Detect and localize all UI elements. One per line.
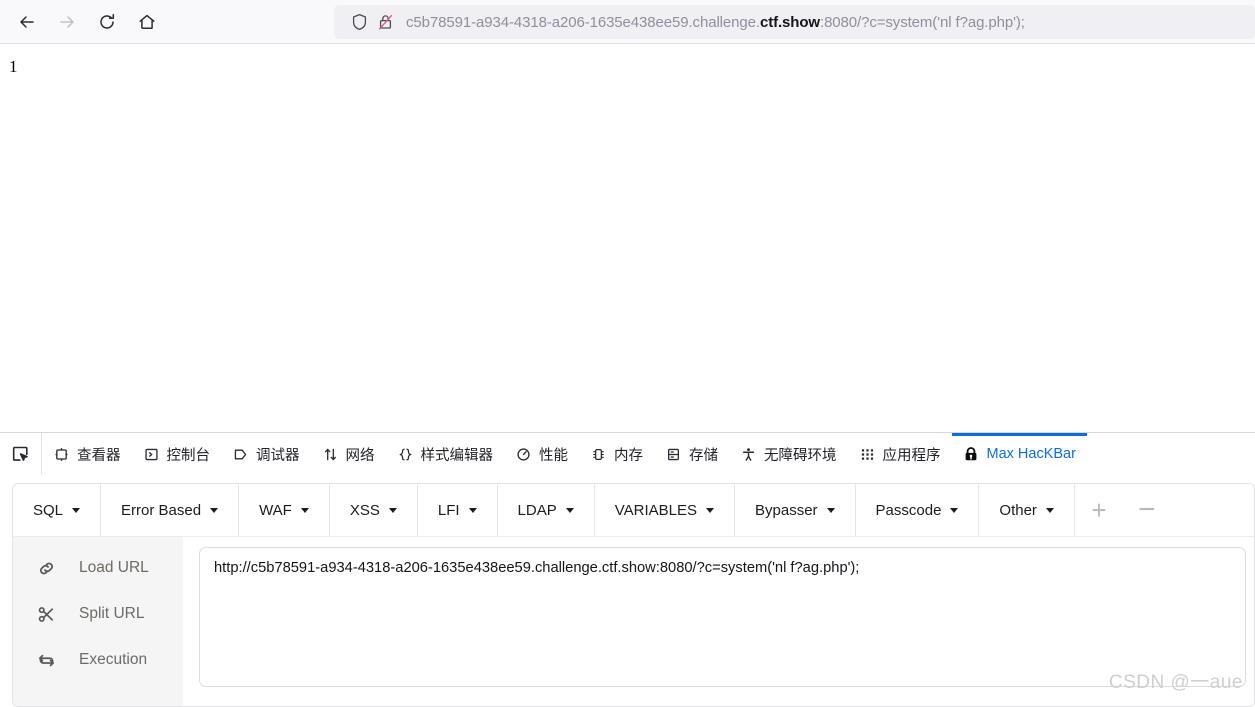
shield-icon[interactable] <box>346 9 372 35</box>
hackbar-body: Load URL Split URL <box>13 537 1254 707</box>
dropdown-xss[interactable]: XSS <box>330 484 418 536</box>
chevron-down-icon <box>566 508 574 513</box>
tab-network[interactable]: 网络 <box>311 433 386 475</box>
load-url-button[interactable]: Load URL <box>13 545 183 591</box>
style-editor-icon <box>397 446 414 463</box>
tab-label: 存储 <box>689 444 718 465</box>
dropdown-label: Other <box>999 502 1037 519</box>
forward-button[interactable] <box>50 5 84 39</box>
tab-label: 应用程序 <box>883 444 941 465</box>
dropdown-label: LDAP <box>518 502 557 519</box>
tab-accessibility[interactable]: 无障碍环境 <box>729 433 848 475</box>
dropdown-other[interactable]: Other <box>979 484 1075 536</box>
dropdown-label: XSS <box>350 502 380 519</box>
chevron-down-icon <box>706 508 714 513</box>
dropdown-label: Bypasser <box>755 502 818 519</box>
page-body-text: 1 <box>9 57 18 77</box>
tab-label: 网络 <box>346 444 375 465</box>
dropdown-bypasser[interactable]: Bypasser <box>735 484 856 536</box>
remove-button[interactable]: − <box>1123 484 1171 536</box>
home-button[interactable] <box>130 5 164 39</box>
network-icon <box>322 446 339 463</box>
storage-icon <box>665 446 682 463</box>
chevron-down-icon <box>301 508 309 513</box>
split-url-button[interactable]: Split URL <box>13 591 183 637</box>
padlock-icon <box>963 446 980 463</box>
debugger-icon <box>232 446 249 463</box>
dropdown-label: Passcode <box>876 502 942 519</box>
navigation-buttons <box>0 5 164 39</box>
browser-toolbar: c5b78591-a934-4318-a206-1635e438ee59.cha… <box>0 0 1255 44</box>
page-viewport: 1 <box>0 44 1255 432</box>
chevron-down-icon <box>389 508 397 513</box>
dropdown-label: VARIABLES <box>615 502 697 519</box>
tab-style-editor[interactable]: 样式编辑器 <box>386 433 505 475</box>
tab-inspector[interactable]: 查看器 <box>42 433 132 475</box>
chevron-down-icon <box>72 508 80 513</box>
inspector-icon <box>53 446 70 463</box>
dropdown-label: LFI <box>438 502 460 519</box>
element-picker-icon[interactable] <box>0 433 42 475</box>
dropdown-waf[interactable]: WAF <box>239 484 330 536</box>
url-host: ctf.show <box>760 14 820 31</box>
url-input[interactable] <box>199 547 1246 687</box>
url-bar[interactable]: c5b78591-a934-4318-a206-1635e438ee59.cha… <box>334 5 1255 39</box>
tab-performance[interactable]: 性能 <box>504 433 579 475</box>
dropdown-ldap[interactable]: LDAP <box>498 484 595 536</box>
dropdown-label: SQL <box>33 502 63 519</box>
lock-crossed-icon[interactable] <box>372 9 398 35</box>
dropdown-variables[interactable]: VARIABLES <box>595 484 735 536</box>
tab-storage[interactable]: 存储 <box>654 433 729 475</box>
add-button[interactable]: + <box>1075 484 1123 536</box>
hackbar-actions: Load URL Split URL <box>13 537 183 707</box>
performance-icon <box>515 446 532 463</box>
tab-debugger[interactable]: 调试器 <box>221 433 311 475</box>
tab-label: 性能 <box>539 444 568 465</box>
tab-label: Max HacKBar <box>987 446 1076 462</box>
dropdown-label: WAF <box>259 502 292 519</box>
tab-application[interactable]: 应用程序 <box>848 433 952 475</box>
url-suffix: :8080/?c=system('nl f?ag.php'); <box>820 14 1025 31</box>
tab-label: 样式编辑器 <box>421 444 494 465</box>
tab-label: 无障碍环境 <box>764 444 837 465</box>
scissors-icon <box>27 605 65 624</box>
dropdown-passcode[interactable]: Passcode <box>856 484 980 536</box>
tab-memory[interactable]: 内存 <box>579 433 654 475</box>
application-icon <box>859 446 876 463</box>
dropdown-error-based[interactable]: Error Based <box>101 484 239 536</box>
memory-icon <box>590 446 607 463</box>
dropdown-sql[interactable]: SQL <box>13 484 101 536</box>
accessibility-icon <box>740 446 757 463</box>
action-label: Load URL <box>79 559 149 577</box>
dropdown-label: Error Based <box>121 502 201 519</box>
reload-button[interactable] <box>90 5 124 39</box>
url-field-wrapper <box>183 537 1254 707</box>
action-label: Split URL <box>79 605 144 623</box>
chevron-down-icon <box>1046 508 1054 513</box>
active-tab-indicator <box>952 433 1087 436</box>
chevron-down-icon <box>469 508 477 513</box>
chevron-down-icon <box>210 508 218 513</box>
tab-console[interactable]: 控制台 <box>132 433 222 475</box>
tab-max-hackbar[interactable]: Max HacKBar <box>952 433 1087 475</box>
refresh-icon <box>27 651 65 670</box>
dropdown-lfi[interactable]: LFI <box>418 484 498 536</box>
tab-label: 查看器 <box>77 444 121 465</box>
url-prefix: c5b78591-a934-4318-a206-1635e438ee59.cha… <box>406 14 760 31</box>
hackbar-toolbar: SQL Error Based WAF XSS LFI LDAP <box>13 484 1254 537</box>
hackbar-card: SQL Error Based WAF XSS LFI LDAP <box>12 483 1255 707</box>
execution-button[interactable]: Execution <box>13 637 183 683</box>
back-button[interactable] <box>10 5 44 39</box>
link-icon <box>27 559 65 578</box>
chevron-down-icon <box>950 508 958 513</box>
chevron-down-icon <box>827 508 835 513</box>
tab-label: 内存 <box>614 444 643 465</box>
action-label: Execution <box>79 651 147 669</box>
tab-label: 调试器 <box>256 444 300 465</box>
hackbar-panel: SQL Error Based WAF XSS LFI LDAP <box>0 475 1255 700</box>
console-icon <box>143 446 160 463</box>
tab-label: 控制台 <box>167 444 211 465</box>
url-text: c5b78591-a934-4318-a206-1635e438ee59.cha… <box>406 14 1025 31</box>
devtools-tabbar: 查看器 控制台 调试器 <box>0 433 1255 476</box>
